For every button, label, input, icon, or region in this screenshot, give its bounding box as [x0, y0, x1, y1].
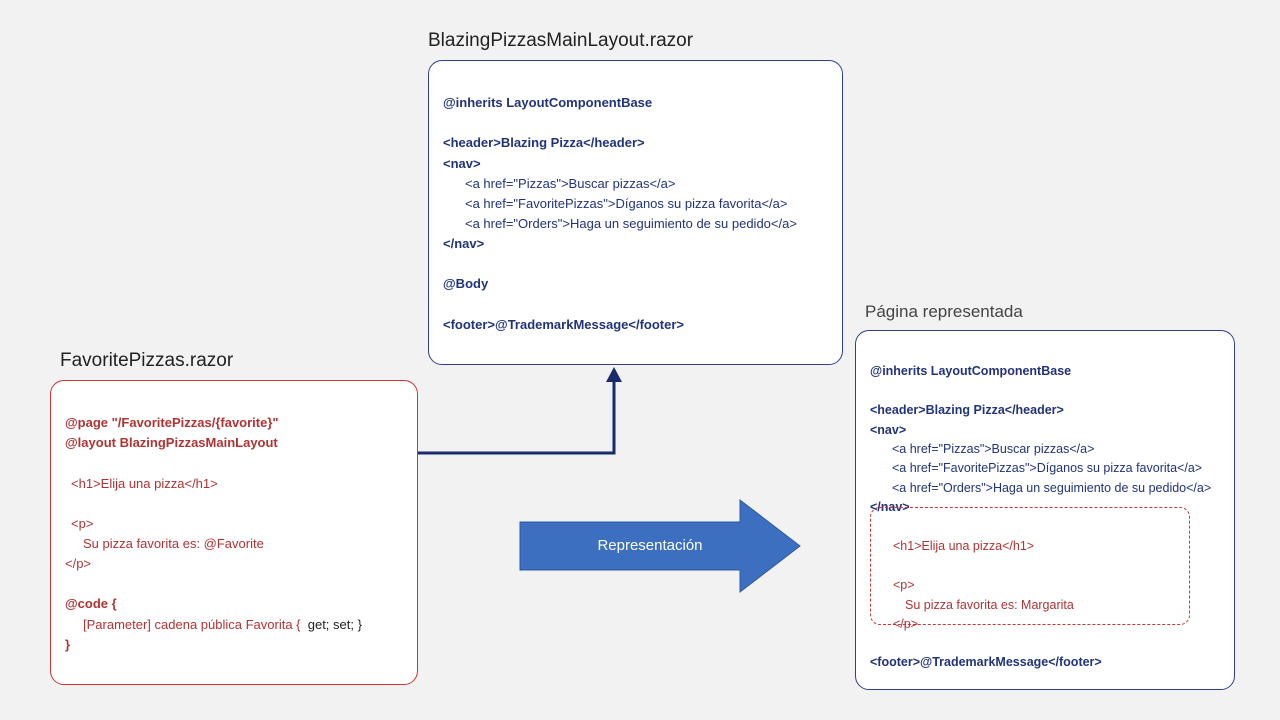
fav-h1: <h1>Elija una pizza</h1> — [65, 476, 218, 491]
rendered-page-title: Página representada — [865, 302, 1023, 322]
favorite-file-title: FavoritePizzas.razor — [60, 350, 233, 372]
inset-p-close: </p> — [885, 617, 918, 631]
layout-code-box: @inherits LayoutComponentBase <header>Bl… — [428, 60, 843, 365]
rend-footer: <footer>@TrademarkMessage</footer> — [870, 655, 1102, 669]
inset-p-open: <p> — [885, 578, 915, 592]
rend-header-line: <header>Blazing Pizza</header> — [870, 403, 1064, 417]
inset-h1: <h1>Elija una pizza</h1> — [885, 539, 1034, 553]
rend-nav-link-1: <a href="Pizzas">Buscar pizzas</a> — [870, 440, 1220, 459]
layout-nav-link-3: <a href="Orders">Haga un seguimiento de … — [443, 214, 828, 234]
layout-file-title: BlazingPizzasMainLayout.razor — [428, 30, 693, 52]
diagram-canvas: BlazingPizzasMainLayout.razor FavoritePi… — [0, 0, 1280, 720]
layout-nav-close: </nav> — [443, 236, 484, 251]
fav-p-close: </p> — [65, 556, 91, 571]
rend-nav-link-3: <a href="Orders">Haga un seguimiento de … — [870, 479, 1220, 498]
fav-code-close: } — [65, 637, 70, 652]
fav-layout: @layout BlazingPizzasMainLayout — [65, 435, 278, 450]
fav-param-prefix: [Parameter] cadena pública Favorita { — [83, 617, 301, 632]
rend-nav-open: <nav> — [870, 423, 906, 437]
layout-nav-link-2: <a href="FavoritePizzas">Díganos su pizz… — [443, 194, 828, 214]
fav-p-open: <p> — [65, 516, 93, 531]
layout-nav-open: <nav> — [443, 156, 481, 171]
fav-param-suffix: get; set; } — [301, 617, 362, 632]
layout-footer: <footer>@TrademarkMessage</footer> — [443, 317, 684, 332]
arrow-label: Representación — [560, 537, 740, 554]
layout-inherits: @inherits LayoutComponentBase — [443, 95, 652, 110]
layout-header-line: <header>Blazing Pizza</header> — [443, 135, 645, 150]
rend-inherits: @inherits LayoutComponentBase — [870, 364, 1071, 378]
layout-body: @Body — [443, 276, 488, 291]
favorite-code-box: @page "/FavoritePizzas/{favorite}" @layo… — [50, 380, 418, 685]
fav-code-open: @code { — [65, 596, 117, 611]
elbow-arrow-icon — [418, 367, 622, 453]
layout-nav-link-1: <a href="Pizzas">Buscar pizzas</a> — [443, 174, 828, 194]
fav-p-content: Su pizza favorita es: @Favorite — [65, 536, 264, 551]
inset-p-content: Su pizza favorita es: Margarita — [885, 598, 1074, 612]
fav-page: @page "/FavoritePizzas/{favorite}" — [65, 415, 279, 430]
rend-nav-link-2: <a href="FavoritePizzas">Díganos su pizz… — [870, 459, 1220, 478]
rendered-body-inset: <h1>Elija una pizza</h1> <p> Su pizza fa… — [870, 507, 1190, 625]
